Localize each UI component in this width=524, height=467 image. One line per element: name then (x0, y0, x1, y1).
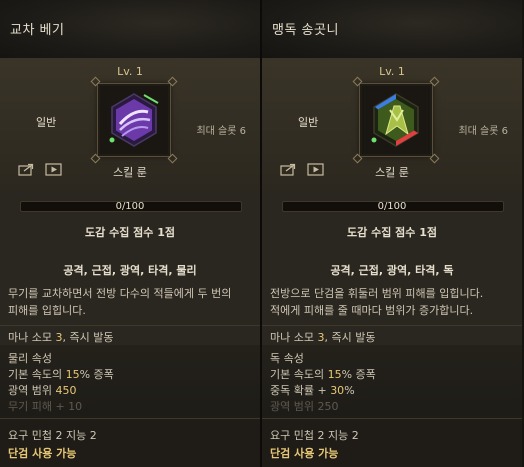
stat-value: 15 (327, 368, 342, 381)
mana-cost: 마나 소모 3, 즉시 발동 (270, 329, 375, 345)
stat-text: 기본 속도의 (270, 368, 328, 381)
skill-summary: Lv. 1 일반 최대 슬롯 6 스킬 룬 (0, 58, 260, 190)
skill-title: 교차 베기 (10, 23, 65, 38)
skill-tooltip-cross-slash: 교차 베기 Lv. 1 일반 최대 슬롯 6 스킬 룬 0/100 도감 수집 … (0, 0, 260, 467)
stat-value: 15 (65, 368, 80, 381)
frame-ornament (167, 153, 178, 164)
mana-label: 마나 소모 (8, 331, 56, 344)
rune-label: 스킬 룬 (113, 166, 147, 179)
collection-score: 도감 수집 점수 1점 (347, 226, 437, 239)
divider (262, 325, 522, 326)
skill-level: Lv. 1 (379, 65, 405, 78)
cross-slash-icon (109, 93, 159, 147)
stat-suffix: % 증폭 (341, 368, 376, 381)
skill-description: 무기를 교차하면서 전방 다수의 적들에게 두 번의 피해를 입힙니다. (8, 285, 253, 319)
frame-ornament (429, 76, 440, 87)
frame-ornament (352, 153, 363, 164)
skill-tags: 공격, 근접, 광역, 타격, 독 (330, 264, 454, 277)
stat-line: 광역 범위 250 (270, 398, 338, 414)
skill-icon-frame (90, 76, 178, 164)
progress-value: 0/100 (377, 201, 407, 212)
stat-list: 독 속성 기본 속도의 15% 증폭 중독 확률 + 30% 광역 범위 250 (262, 345, 522, 418)
divider (0, 325, 260, 326)
skill-description: 전방으로 단검을 휘둘러 범위 피해를 입힙니다. 적에게 피해를 줄 때마다 … (270, 285, 515, 319)
description-line: 무기를 교차하면서 전방 다수의 적들에게 두 번의 (8, 287, 232, 300)
stat-line: 물리 속성 (8, 350, 52, 366)
skill-details: 0/100 도감 수집 점수 1점 공격, 근접, 광역, 타격, 물리 무기를… (0, 190, 260, 467)
stat-suffix: % (344, 384, 355, 397)
frame-ornament (90, 76, 101, 87)
stat-line: 광역 범위 450 (8, 382, 76, 398)
stat-text: 중독 확률 + (270, 384, 331, 397)
rune-label: 스킬 룬 (375, 166, 409, 179)
max-slot: 최대 슬롯 6 (196, 126, 246, 137)
stat-text: 기본 속도의 (8, 368, 66, 381)
skill-details: 0/100 도감 수집 점수 1점 공격, 근접, 광역, 타격, 독 전방으로… (262, 190, 522, 467)
description-line: 피해를 입힙니다. (8, 304, 86, 317)
frame-ornament (167, 76, 178, 87)
requirement-box: 요구 민첩 2 지능 2 단검 사용 가능 (0, 418, 260, 467)
mana-label: 마나 소모 (270, 331, 318, 344)
description-line: 적에게 피해를 줄 때마다 범위가 증가합니다. (270, 304, 474, 317)
stat-text: 물리 속성 (8, 352, 52, 365)
requirement-box: 요구 민첩 2 지능 2 단검 사용 가능 (262, 418, 522, 467)
requirement-text: 요구 민첩 2 지능 2 (8, 429, 97, 442)
mana-cast: , 즉시 발동 (62, 331, 114, 344)
stat-text: 광역 범위 250 (270, 400, 339, 413)
stat-line: 기본 속도의 15% 증폭 (8, 366, 114, 382)
stat-line: 기본 속도의 15% 증폭 (270, 366, 376, 382)
stat-text: 광역 범위 (8, 384, 56, 397)
stat-text: 독 속성 (270, 352, 304, 365)
usable-weapon: 단검 사용 가능 (8, 447, 77, 460)
stat-line: 중독 확률 + 30% (270, 382, 355, 398)
requirement-text: 요구 민첩 2 지능 2 (270, 429, 359, 442)
progress-value: 0/100 (115, 201, 145, 212)
frame-ornament (90, 153, 101, 164)
frame-ornament (352, 76, 363, 87)
mana-cost: 마나 소모 3, 즉시 발동 (8, 329, 113, 345)
stat-text: 무기 피해 + 10 (8, 400, 83, 413)
stat-line: 독 속성 (270, 350, 304, 366)
venom-fang-icon (371, 93, 419, 147)
stat-value: 450 (55, 384, 77, 397)
tooltip-header: 맹독 송곳니 (262, 0, 522, 59)
skill-grade: 일반 (298, 116, 319, 129)
stat-suffix: % 증폭 (79, 368, 114, 381)
usable-weapon: 단검 사용 가능 (270, 447, 339, 460)
tooltip-header: 교차 베기 (0, 0, 260, 59)
collection-score: 도감 수집 점수 1점 (85, 226, 175, 239)
skill-level: Lv. 1 (117, 65, 143, 78)
skill-summary: Lv. 1 일반 최대 슬롯 6 스킬 룬 (262, 58, 522, 190)
frame-ornament (429, 153, 440, 164)
stat-line: 무기 피해 + 10 (8, 398, 82, 414)
skill-icon-frame (352, 76, 440, 164)
skill-tags: 공격, 근접, 광역, 타격, 물리 (63, 264, 197, 277)
skill-tooltip-venom-fang: 맹독 송곳니 Lv. 1 일반 최대 슬롯 6 스킬 룬 0/100 도감 수집… (262, 0, 522, 467)
stat-value: 30 (330, 384, 345, 397)
max-slot: 최대 슬롯 6 (458, 126, 508, 137)
stat-list: 물리 속성 기본 속도의 15% 증폭 광역 범위 450 무기 피해 + 10 (0, 345, 260, 418)
skill-title: 맹독 송곳니 (272, 23, 339, 38)
skill-grade: 일반 (36, 116, 57, 129)
mana-cast: , 즉시 발동 (324, 331, 376, 344)
description-line: 전방으로 단검을 휘둘러 범위 피해를 입힙니다. (270, 287, 484, 300)
